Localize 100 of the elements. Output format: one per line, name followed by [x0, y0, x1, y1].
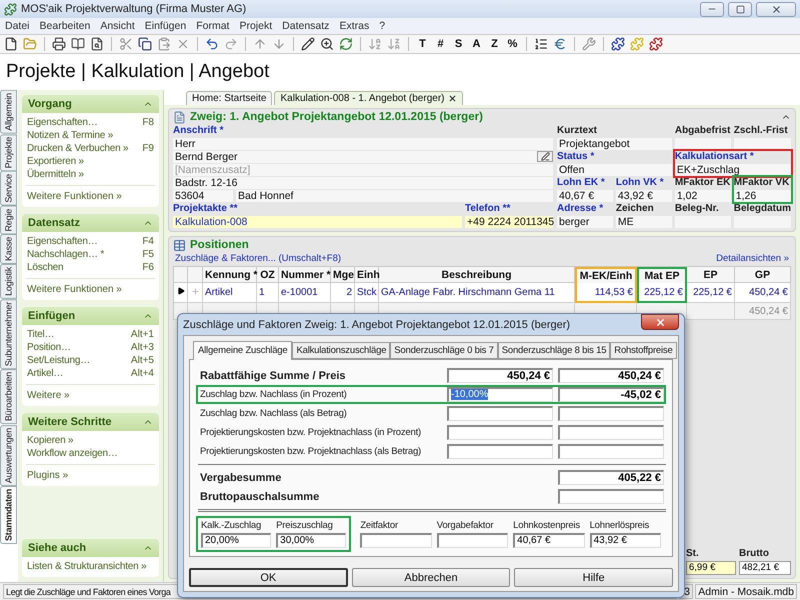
copy-icon[interactable] — [138, 37, 152, 51]
input-field[interactable] — [447, 425, 553, 440]
sidebar-link[interactable]: Drucken & Verbuchen » — [27, 143, 128, 155]
sidebar-link[interactable]: Listen & Strukturansichten » — [27, 561, 146, 573]
column-header[interactable]: Mat EP — [637, 267, 687, 283]
close-button[interactable] — [641, 314, 679, 330]
section-header[interactable]: Einfügen — [22, 307, 159, 325]
side-tab[interactable]: Büroarbeiten — [0, 369, 17, 425]
refresh-icon[interactable] — [339, 37, 353, 51]
input-field[interactable] — [436, 533, 508, 548]
close-button[interactable] — [756, 2, 796, 16]
printer-icon[interactable] — [52, 37, 66, 51]
text-field[interactable]: 43,92 € — [616, 190, 672, 202]
input-field[interactable]: 40,67 € — [513, 533, 585, 548]
puzzle-icon[interactable] — [611, 37, 625, 51]
close-icon[interactable] — [770, 4, 782, 14]
section-header[interactable]: Weitere Schritte — [22, 413, 159, 431]
side-tab[interactable]: Kasse — [0, 234, 17, 264]
text-field[interactable]: 1,02 — [674, 190, 731, 202]
text-field[interactable]: Badstr. 12-16 — [173, 177, 553, 189]
text-field[interactable]: EK+Zuschlag — [674, 164, 791, 176]
dialog-button[interactable]: OK — [189, 568, 348, 587]
sidebar-link[interactable]: Weitere » — [26, 384, 155, 406]
delete-icon[interactable] — [176, 37, 190, 51]
text-field[interactable]: 6,99 € — [686, 561, 736, 575]
text-field[interactable]: 482,21 € — [739, 561, 791, 575]
section-header[interactable]: Vorgang — [22, 95, 159, 113]
sidebar-link[interactable]: Löschen — [27, 262, 64, 274]
column-header[interactable]: Beschreibung — [379, 267, 575, 283]
close-icon[interactable] — [448, 94, 458, 103]
menu-item[interactable]: Bearbeiten — [40, 20, 90, 32]
column-header[interactable]: GP — [735, 267, 791, 283]
print-preview-icon[interactable] — [90, 37, 104, 51]
column-header[interactable]: Mge — [331, 267, 355, 283]
toolbar-button[interactable]: Z — [486, 38, 503, 50]
menu-item[interactable]: Ansicht — [100, 20, 135, 32]
text-field[interactable] — [734, 138, 791, 150]
open-folder-icon[interactable] — [23, 37, 37, 51]
input-field[interactable] — [360, 533, 432, 548]
input-field[interactable]: 20,00% — [201, 533, 272, 548]
dialog-tab[interactable]: Sonderzuschläge 8 bis 15 — [498, 342, 610, 359]
sidebar-link[interactable]: Set/Leistung… — [27, 355, 90, 367]
dialog-tab[interactable]: Allgemeine Zuschläge — [193, 341, 292, 360]
menu-item[interactable]: ? — [379, 20, 386, 32]
text-field[interactable]: berger — [557, 216, 613, 228]
signature-button[interactable] — [537, 151, 553, 162]
side-tab[interactable]: Regie — [0, 206, 17, 234]
section-header[interactable]: Datensatz — [22, 214, 159, 232]
sidebar-link[interactable]: Übermitteln » — [27, 169, 84, 181]
toolbar-button[interactable]: T — [414, 38, 431, 50]
side-tab[interactable]: Stammdaten — [0, 486, 17, 544]
document-tab[interactable]: Home: Startseite — [186, 91, 272, 105]
section-header[interactable]: Siehe auch — [22, 539, 159, 557]
euro-icon[interactable] — [553, 37, 567, 51]
text-field[interactable]: Bad Honnef — [236, 190, 553, 202]
numbered-list-icon[interactable] — [534, 37, 548, 51]
menu-item[interactable]: Format — [196, 20, 230, 32]
scissors-icon[interactable] — [119, 37, 133, 51]
menu-item[interactable]: Datensatz — [282, 20, 330, 32]
dialog-button[interactable]: Hilfe — [514, 568, 673, 587]
new-file-icon[interactable] — [4, 37, 18, 51]
menu-item[interactable]: Projekt — [239, 20, 272, 32]
book-icon[interactable] — [71, 37, 85, 51]
pencil-icon[interactable] — [301, 37, 315, 51]
toolbar-button[interactable]: # — [432, 38, 449, 50]
undo-icon[interactable] — [205, 37, 219, 51]
text-field[interactable]: 40,67 € — [557, 190, 613, 202]
input-field[interactable] — [447, 406, 553, 421]
side-tab[interactable]: Auswertungen — [0, 424, 17, 486]
dialog-tab[interactable]: Sonderzuschläge 0 bis 7 — [390, 342, 498, 359]
toolbar-button[interactable]: % — [504, 38, 521, 50]
column-header[interactable]: EP — [687, 267, 735, 283]
side-tab[interactable]: Projekte — [0, 134, 17, 172]
maximize-icon[interactable] — [736, 4, 744, 14]
sidebar-link[interactable]: Position… — [27, 342, 71, 354]
paste-icon[interactable] — [157, 37, 171, 51]
column-header[interactable]: Nummer * — [279, 267, 331, 283]
sidebar-link[interactable]: Exportieren » — [27, 156, 84, 168]
arrow-down-icon[interactable] — [272, 37, 286, 51]
input-field[interactable]: 43,92 € — [590, 533, 661, 548]
wrench-icon[interactable] — [582, 37, 596, 51]
text-field[interactable]: 1,26 — [734, 190, 791, 202]
sidebar-link[interactable]: Weitere Funktionen » — [26, 278, 155, 300]
details-link[interactable]: Detailansichten » — [716, 253, 789, 264]
magnifier-icon[interactable] — [320, 37, 334, 51]
text-field[interactable] — [674, 138, 731, 150]
side-tab[interactable]: Allgemein — [0, 90, 17, 134]
maximize-button[interactable] — [728, 2, 752, 16]
sidebar-link[interactable]: Notizen & Termine » — [27, 130, 114, 142]
action-link[interactable]: Zuschläge & Faktoren... (Umschalt+F8) — [175, 253, 342, 264]
toolbar-button[interactable]: S — [450, 38, 467, 50]
sidebar-link[interactable]: Weitere Funktionen » — [26, 185, 155, 207]
sidebar-link[interactable]: Titel… — [27, 329, 54, 341]
input-field[interactable]: -10,00% — [447, 387, 553, 402]
column-header[interactable]: Einh — [355, 267, 379, 283]
input-field[interactable]: 30,00% — [276, 533, 346, 548]
text-field[interactable]: 53604 — [173, 190, 233, 202]
sidebar-link[interactable]: Eigenschaften… — [27, 117, 98, 129]
text-field[interactable]: +49 2224 2011345 — [465, 216, 553, 228]
menu-item[interactable]: Extras — [339, 20, 370, 32]
